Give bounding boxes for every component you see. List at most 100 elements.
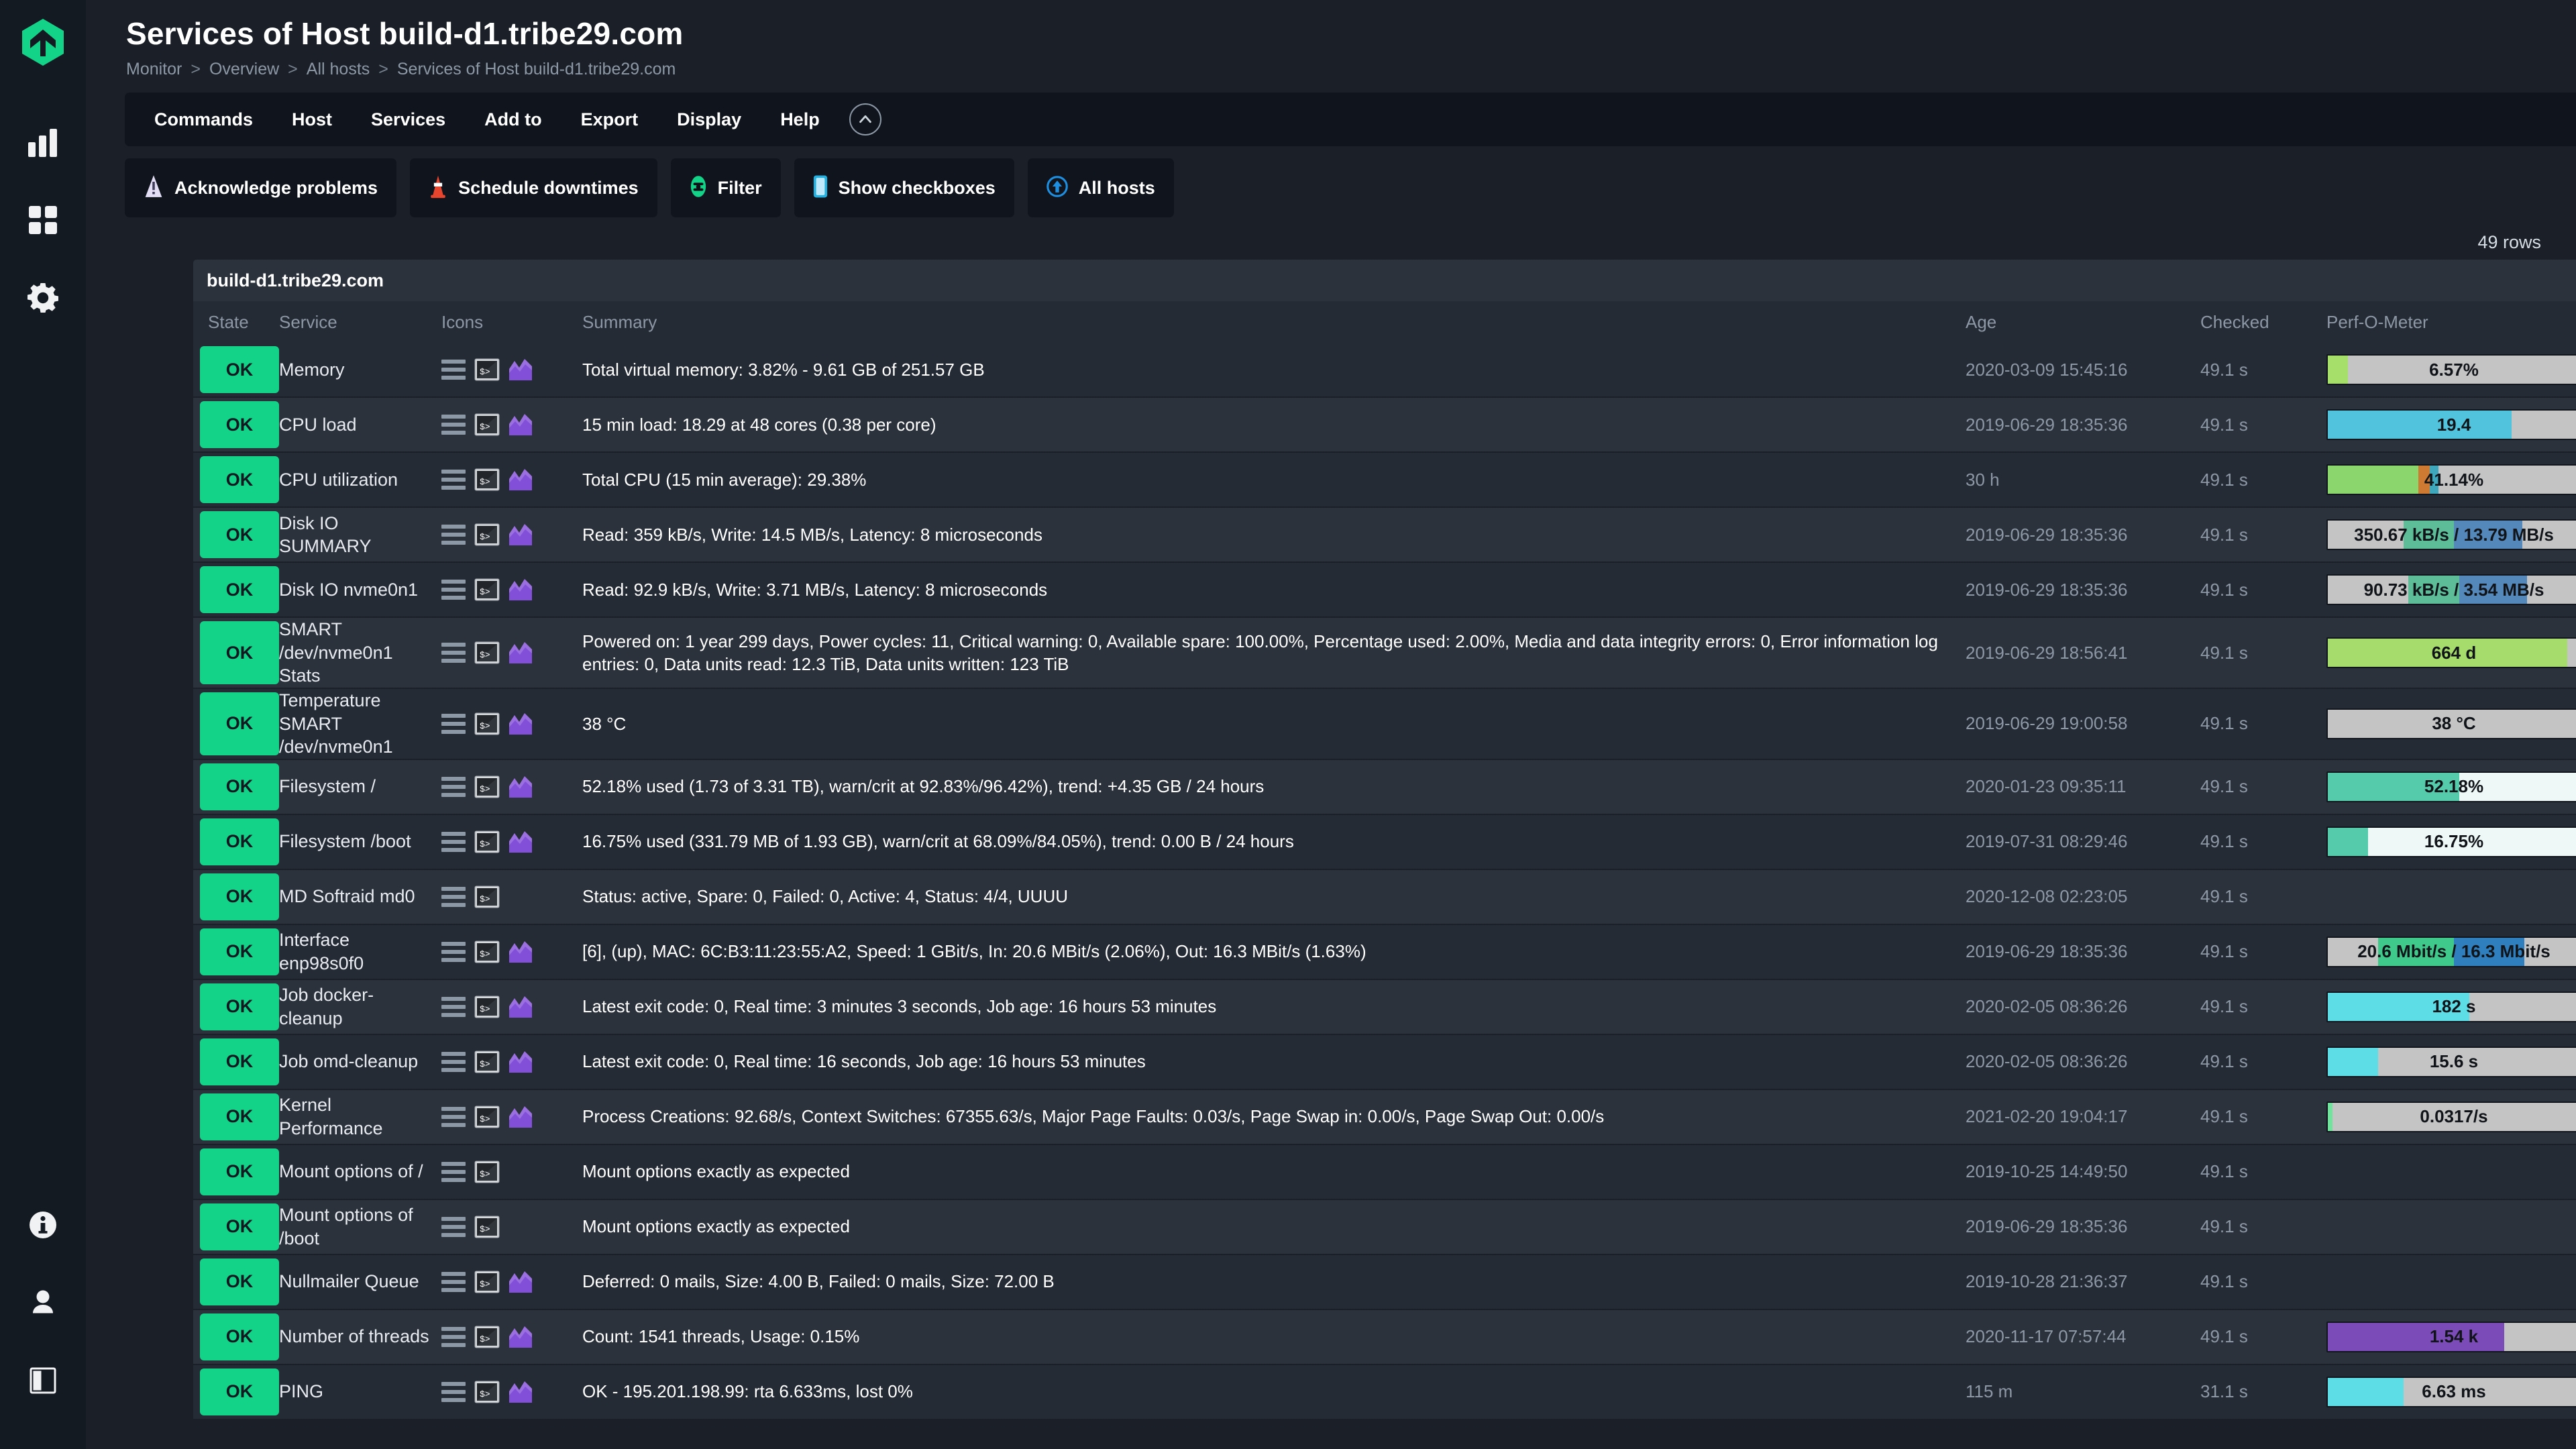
- menu-icon[interactable]: [441, 713, 466, 734]
- menu-icon[interactable]: [441, 941, 466, 962]
- breadcrumb-item-all-hosts[interactable]: All hosts: [307, 60, 370, 79]
- service-name-link[interactable]: CPU load: [279, 413, 365, 437]
- service-name-link[interactable]: Temperature SMART /dev/nvme0n1: [279, 689, 441, 759]
- menu-icon[interactable]: [441, 886, 466, 907]
- toolbar-button-schedule-downtimes[interactable]: Schedule downtimes: [410, 158, 657, 218]
- service-name-link[interactable]: CPU utilization: [279, 468, 406, 492]
- terminal-icon[interactable]: $>: [474, 468, 500, 491]
- terminal-icon[interactable]: $>: [474, 775, 500, 798]
- sidebar-item-dashboards[interactable]: [0, 182, 86, 260]
- menu-icon[interactable]: [441, 996, 466, 1017]
- graph-icon[interactable]: [508, 1381, 533, 1403]
- menu-item-host[interactable]: Host: [277, 103, 347, 137]
- sidebar-item-help[interactable]: [0, 1187, 86, 1265]
- menu-icon[interactable]: [441, 643, 466, 663]
- status-badge[interactable]: OK: [200, 1038, 279, 1085]
- terminal-icon[interactable]: $>: [474, 1051, 500, 1073]
- service-name-link[interactable]: MD Softraid md0: [279, 885, 423, 908]
- service-name-link[interactable]: PING: [279, 1380, 331, 1403]
- perf-o-meter-bar[interactable]: 90.73 kB/s / 3.54 MB/s: [2326, 574, 2576, 606]
- service-name-link[interactable]: Nullmailer Queue: [279, 1270, 427, 1293]
- terminal-icon[interactable]: $>: [474, 1326, 500, 1348]
- status-badge[interactable]: OK: [200, 456, 279, 504]
- perf-o-meter-bar[interactable]: 182 s: [2326, 991, 2576, 1022]
- terminal-icon[interactable]: $>: [474, 996, 500, 1018]
- menu-item-add-to[interactable]: Add to: [470, 103, 556, 137]
- status-badge[interactable]: OK: [200, 1313, 279, 1360]
- status-badge[interactable]: OK: [200, 1258, 279, 1305]
- terminal-icon[interactable]: $>: [474, 1106, 500, 1128]
- menu-icon[interactable]: [441, 1216, 466, 1237]
- terminal-icon[interactable]: $>: [474, 885, 500, 908]
- perf-o-meter-bar[interactable]: 664 d: [2326, 637, 2576, 669]
- terminal-icon[interactable]: $>: [474, 413, 500, 436]
- menu-item-commands[interactable]: Commands: [140, 103, 268, 137]
- service-name-link[interactable]: Interface enp98s0f0: [279, 928, 441, 975]
- service-name-link[interactable]: Mount options of /boot: [279, 1203, 441, 1250]
- menu-icon[interactable]: [441, 580, 466, 600]
- menu-icon[interactable]: [441, 470, 466, 490]
- column-header-perf-o-meter[interactable]: Perf-O-Meter: [2326, 312, 2576, 333]
- status-badge[interactable]: OK: [200, 692, 279, 755]
- perf-o-meter-bar[interactable]: 1.54 k: [2326, 1321, 2576, 1352]
- service-name-link[interactable]: Memory: [279, 358, 353, 382]
- status-badge[interactable]: OK: [200, 511, 279, 559]
- column-header-service[interactable]: Service: [279, 312, 441, 333]
- menu-icon[interactable]: [441, 1381, 466, 1402]
- checkmk-logo-icon[interactable]: [21, 17, 65, 67]
- perf-o-meter-bar[interactable]: 6.63 ms: [2326, 1376, 2576, 1407]
- status-badge[interactable]: OK: [200, 763, 279, 810]
- service-name-link[interactable]: SMART /dev/nvme0n1 Stats: [279, 618, 441, 688]
- toolbar-button-acknowledge-problems[interactable]: Acknowledge problems: [125, 158, 397, 218]
- column-header-state[interactable]: State: [193, 309, 279, 336]
- terminal-icon[interactable]: $>: [474, 1381, 500, 1403]
- column-header-age[interactable]: Age: [1966, 312, 2200, 333]
- graph-icon[interactable]: [508, 358, 533, 381]
- status-badge[interactable]: OK: [200, 928, 279, 975]
- menu-icon[interactable]: [441, 1051, 466, 1072]
- perf-o-meter-bar[interactable]: 15.6 s: [2326, 1046, 2576, 1077]
- menu-item-services[interactable]: Services: [356, 103, 460, 137]
- status-badge[interactable]: OK: [200, 346, 279, 394]
- perf-o-meter-bar[interactable]: 52.18%: [2326, 771, 2576, 802]
- status-badge[interactable]: OK: [200, 1203, 279, 1250]
- perf-o-meter-bar[interactable]: 0.0317/s: [2326, 1101, 2576, 1132]
- graph-icon[interactable]: [508, 1271, 533, 1293]
- status-badge[interactable]: OK: [200, 1368, 279, 1415]
- host-name-link[interactable]: build-d1.tribe29.com: [207, 270, 384, 291]
- chevron-up-icon[interactable]: [849, 103, 881, 136]
- graph-icon[interactable]: [508, 413, 533, 436]
- status-badge[interactable]: OK: [200, 983, 279, 1030]
- graph-icon[interactable]: [508, 1326, 533, 1348]
- menu-item-help[interactable]: Help: [765, 103, 835, 137]
- graph-icon[interactable]: [508, 775, 533, 798]
- toolbar-button-show-checkboxes[interactable]: Show checkboxes: [794, 158, 1014, 218]
- menu-icon[interactable]: [441, 525, 466, 545]
- status-badge[interactable]: OK: [200, 1148, 279, 1195]
- sidebar-item-setup[interactable]: [0, 260, 86, 338]
- status-badge[interactable]: OK: [200, 621, 279, 684]
- graph-icon[interactable]: [508, 712, 533, 735]
- service-name-link[interactable]: Number of threads: [279, 1325, 437, 1348]
- menu-icon[interactable]: [441, 1161, 466, 1182]
- graph-icon[interactable]: [508, 578, 533, 601]
- perf-o-meter-bar[interactable]: 350.67 kB/s / 13.79 MB/s: [2326, 519, 2576, 551]
- perf-o-meter-bar[interactable]: 6.57%: [2326, 354, 2576, 386]
- terminal-icon[interactable]: $>: [474, 578, 500, 601]
- service-name-link[interactable]: Filesystem /: [279, 775, 384, 798]
- graph-icon[interactable]: [508, 996, 533, 1018]
- toolbar-button-all-hosts[interactable]: All hosts: [1027, 158, 1174, 218]
- service-name-link[interactable]: Disk IO nvme0n1: [279, 578, 426, 602]
- terminal-icon[interactable]: $>: [474, 830, 500, 853]
- terminal-icon[interactable]: $>: [474, 641, 500, 664]
- service-name-link[interactable]: Job omd-cleanup: [279, 1050, 426, 1073]
- toolbar-button-filter[interactable]: Filter: [670, 158, 781, 218]
- status-badge[interactable]: OK: [200, 566, 279, 614]
- breadcrumb-item-overview[interactable]: Overview: [209, 60, 279, 79]
- graph-icon[interactable]: [508, 468, 533, 491]
- terminal-icon[interactable]: $>: [474, 358, 500, 381]
- menu-icon[interactable]: [441, 776, 466, 797]
- service-name-link[interactable]: Mount options of /: [279, 1160, 431, 1183]
- terminal-icon[interactable]: $>: [474, 523, 500, 546]
- graph-icon[interactable]: [508, 641, 533, 664]
